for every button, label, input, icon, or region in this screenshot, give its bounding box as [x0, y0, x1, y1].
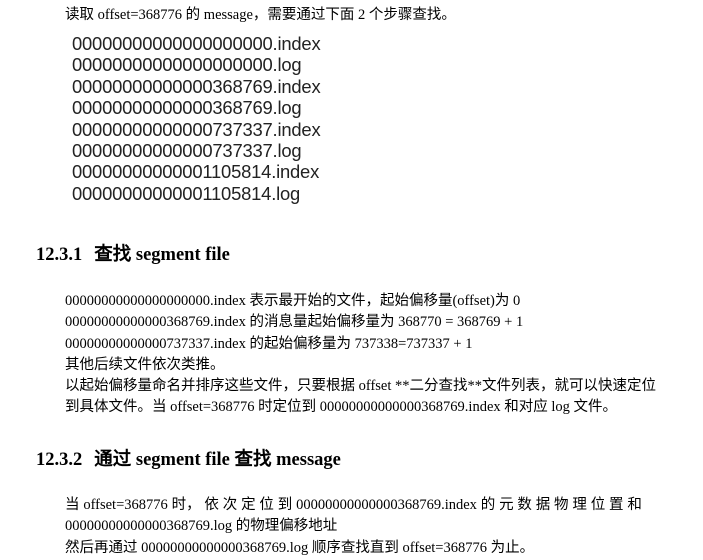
- word: 依: [204, 497, 219, 513]
- paragraph-line: 00000000000000737337.index 的起始偏移量为 73733…: [65, 335, 473, 352]
- word: 置: [609, 497, 624, 513]
- section-heading-find-segment: 12.3.1 查找 segment file: [36, 240, 230, 266]
- file-name: 00000000000000737337.index: [72, 118, 321, 140]
- word: 的: [480, 497, 496, 513]
- section-number: 12.3.2: [36, 450, 83, 470]
- file-name: 00000000000000368769.index: [72, 75, 321, 97]
- word: offset=368776: [83, 497, 168, 513]
- file-name: 00000000000001105814.log: [72, 182, 301, 204]
- intro-text: 读取 offset=368776 的 message，需要通过下面 2 个步骤查…: [65, 7, 456, 23]
- word: 和: [627, 497, 642, 513]
- paragraph-line: 00000000000000368769.log 的物理偏移地址: [65, 518, 338, 535]
- paragraph-line-justified: 当 offset=368776 时， 依 次 定 位 到 00000000000…: [65, 495, 642, 516]
- word: 物: [554, 497, 569, 513]
- word: 00000000000000368769.index: [296, 497, 477, 513]
- document-page: 读取 offset=368776 的 message，需要通过下面 2 个步骤查…: [0, 0, 703, 560]
- file-name: 00000000000000000000.log: [72, 54, 302, 76]
- word: 据: [535, 497, 551, 513]
- word: 位: [259, 497, 274, 513]
- paragraph-line: 然后再通过 00000000000000368769.log 顺序查找直到 of…: [65, 539, 535, 556]
- file-name: 00000000000000000000.index: [72, 33, 321, 54]
- paragraph-line: 00000000000000368769.index 的消息量起始偏移量为 36…: [65, 314, 524, 331]
- file-name: 00000000000000368769.log: [72, 97, 302, 119]
- section-heading-find-message: 12.3.2 通过 segment file 查找 message: [36, 445, 341, 471]
- word: 位: [590, 497, 606, 513]
- word: 次: [222, 497, 238, 513]
- word: 理: [572, 497, 587, 513]
- section-2-body: 当 offset=368776 时， 依 次 定 位 到 00000000000…: [65, 495, 645, 559]
- file-name: 00000000000000737337.log: [72, 140, 302, 162]
- word: 元: [499, 497, 514, 513]
- word: 当: [65, 497, 80, 513]
- paragraph-line: 以起始偏移量命名并排序这些文件，只要根据 offset **二分查找**文件列表…: [65, 378, 656, 395]
- file-name: 00000000000001105814.index: [72, 161, 320, 183]
- paragraph-line: 00000000000000000000.index 表示最开始的文件，起始偏移…: [65, 293, 521, 309]
- segment-file-list: 00000000000000000000.index 0000000000000…: [72, 33, 321, 204]
- section-number: 12.3.1: [36, 245, 83, 265]
- section-1-body: 00000000000000000000.index 表示最开始的文件，起始偏移…: [65, 291, 656, 419]
- paragraph-line: 其他后续文件依次类推。: [65, 356, 225, 373]
- section-title: 查找 segment file: [94, 245, 230, 265]
- word: 定: [241, 497, 256, 513]
- word: 数: [517, 497, 532, 513]
- section-title: 通过 segment file 查找 message: [94, 450, 341, 470]
- word: 时，: [171, 497, 201, 513]
- word: 到: [277, 497, 293, 513]
- paragraph-line: 到具体文件。当 offset=368776 时定位到 0000000000000…: [65, 399, 618, 416]
